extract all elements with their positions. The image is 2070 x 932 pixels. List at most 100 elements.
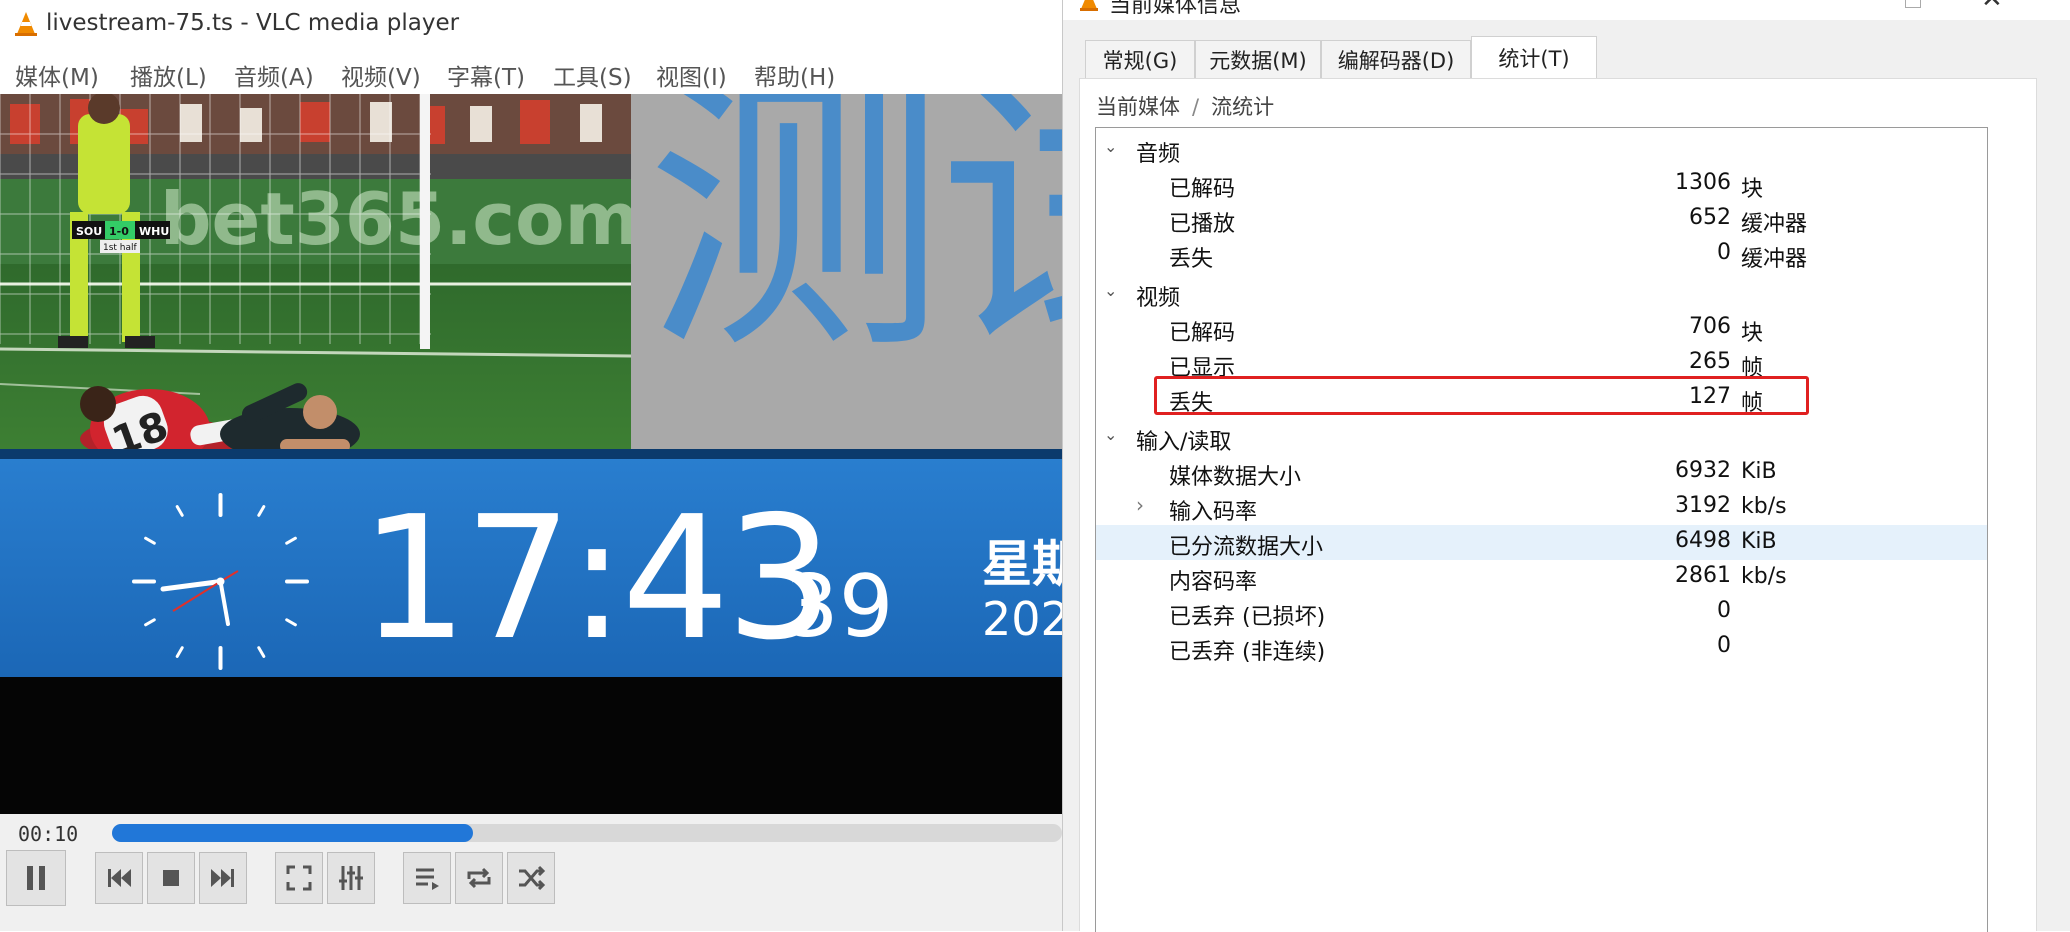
fullscreen-icon [286, 865, 312, 891]
close-icon[interactable]: ✕ [1981, 0, 2003, 12]
playlist-icon [416, 868, 439, 890]
stat-row[interactable]: 媒体数据大小 6932 KiB [1096, 455, 1987, 490]
pause-button[interactable] [6, 850, 66, 906]
stats-tree: ⌄ 音频 已解码 1306 块 已播放 652 缓冲器 丢失 0 缓冲器 ⌄ 视 [1095, 127, 1988, 932]
analog-clock [132, 493, 309, 670]
stat-unit: 块 [1741, 177, 1764, 202]
maximize-icon[interactable] [1905, 0, 1921, 8]
dialog-title-bar: 当前媒体信息 ✕ [1063, 0, 2070, 20]
digital-clock-time: 17:43 [360, 480, 834, 678]
stat-value: 706 [1689, 314, 1731, 339]
date-label: 2021 [982, 592, 1062, 646]
stat-value: 1306 [1675, 170, 1731, 195]
playlist-button[interactable] [403, 852, 451, 904]
stat-value: 0 [1717, 598, 1731, 623]
group-label: 音频 [1136, 142, 1181, 167]
tree-group-audio[interactable]: ⌄ 音频 [1096, 132, 1987, 167]
vlc-cone-icon [15, 12, 37, 36]
fullscreen-button[interactable] [275, 852, 323, 904]
previous-button[interactable] [95, 852, 143, 904]
stat-value: 6932 [1675, 458, 1731, 483]
stat-value: 265 [1689, 349, 1731, 374]
stat-unit: kb/s [1741, 564, 1787, 589]
menu-media[interactable]: 媒体(M) [15, 58, 99, 92]
stat-label: 已解码 [1169, 177, 1236, 202]
shuffle-button[interactable] [507, 852, 555, 904]
media-info-dialog: 当前媒体信息 ✕ 常规(G) 元数据(M) 编解码器(D) 当前媒体 / 流统计 ⌄… [1062, 0, 2070, 932]
weekday-label: 星期 [982, 535, 1062, 593]
stat-unit: 缓冲器 [1741, 247, 1808, 272]
stat-label: 内容码率 [1169, 570, 1258, 595]
vlc-main-window: livestream-75.ts - VLC media player 媒体(M… [0, 0, 1062, 931]
statistics-page: 当前媒体 / 流统计 ⌄ 音频 已解码 1306 块 已播放 652 缓冲器 丢失 … [1079, 78, 2037, 932]
scoreboard-home: SOU [76, 225, 102, 238]
scoreboard-period: 1st half [103, 243, 138, 253]
menu-view[interactable]: 视图(I) [656, 58, 727, 92]
stat-value: 6498 [1675, 528, 1731, 553]
video-area[interactable]: bet365.com SOU 1-0 WHU 1st half 18 测 17:… [0, 94, 1062, 814]
elapsed-time: 00:10 [18, 822, 79, 846]
stat-row[interactable]: 已丢弃 (已损坏) 0 [1096, 595, 1987, 630]
chevron-down-icon[interactable]: ⌄ [1104, 425, 1120, 447]
ad-board-text: bet365.com [160, 177, 631, 261]
stat-unit: kb/s [1741, 494, 1787, 519]
stat-label: 媒体数据大小 [1169, 465, 1302, 490]
scoreboard-away: WHU [139, 225, 169, 238]
stat-unit: KiB [1741, 459, 1777, 484]
vlc-cone-icon [1080, 0, 1098, 11]
digital-clock-seconds: 39 [784, 557, 894, 657]
menu-audio[interactable]: 音频(A) [234, 58, 314, 92]
menu-playback[interactable]: 播放(L) [130, 58, 207, 92]
stat-row[interactable]: 已播放 652 缓冲器 [1096, 202, 1987, 237]
equalizer-icon [339, 866, 363, 890]
stat-value: 3192 [1675, 493, 1731, 518]
stat-row[interactable]: 已解码 706 块 [1096, 311, 1987, 346]
tree-group-video[interactable]: ⌄ 视频 [1096, 276, 1987, 311]
next-icon [211, 869, 234, 887]
dialog-scrollbar[interactable] [2053, 78, 2069, 931]
chevron-right-icon[interactable]: › [1136, 493, 1144, 517]
stat-value: 2861 [1675, 563, 1731, 588]
menu-help[interactable]: 帮助(H) [754, 58, 835, 92]
stat-row[interactable]: 已丢弃 (非连续) 0 [1096, 630, 1987, 665]
equalizer-button[interactable] [327, 852, 375, 904]
tab-statistics[interactable]: 统计(T) [1471, 36, 1597, 78]
tab-general[interactable]: 常规(G) [1085, 40, 1195, 78]
stat-row[interactable]: 内容码率 2861 kb/s [1096, 560, 1987, 595]
tree-group-input[interactable]: ⌄ 输入/读取 [1096, 420, 1987, 455]
stat-label: 已解码 [1169, 321, 1236, 346]
stat-unit: KiB [1741, 529, 1777, 554]
dialog-title: 当前媒体信息 [1109, 0, 1242, 18]
playback-controls: 00:10 [0, 814, 1062, 931]
stat-value: 0 [1717, 240, 1731, 265]
menu-video[interactable]: 视频(V) [341, 58, 421, 92]
test-glyph-text: 测试 [646, 94, 1062, 390]
stat-label: 丢失 [1169, 247, 1214, 272]
menu-subtitle[interactable]: 字幕(T) [447, 58, 525, 92]
seek-bar[interactable] [112, 824, 1062, 842]
breadcrumb-root: 当前媒体 [1096, 95, 1180, 119]
stat-label: 输入码率 [1169, 500, 1258, 525]
stat-value: 652 [1689, 205, 1731, 230]
loop-icon [467, 867, 491, 889]
stat-label: 已丢弃 (非连续) [1169, 640, 1326, 665]
stat-row[interactable]: 丢失 0 缓冲器 [1096, 237, 1987, 272]
menu-tools[interactable]: 工具(S) [553, 58, 632, 92]
soccer-video-frame: bet365.com SOU 1-0 WHU 1st half 18 [0, 94, 631, 449]
seek-bar-fill [112, 824, 473, 842]
tab-codec[interactable]: 编解码器(D) [1321, 40, 1471, 78]
chevron-down-icon[interactable]: ⌄ [1104, 137, 1120, 159]
previous-icon [108, 869, 131, 887]
loop-button[interactable] [455, 852, 503, 904]
stop-button[interactable] [147, 852, 195, 904]
stop-icon [163, 870, 179, 886]
next-button[interactable] [199, 852, 247, 904]
stat-row[interactable]: 已解码 1306 块 [1096, 167, 1987, 202]
stat-row[interactable]: › 输入码率 3192 kb/s [1096, 490, 1987, 525]
breadcrumb-leaf: 流统计 [1211, 95, 1275, 119]
chevron-down-icon[interactable]: ⌄ [1104, 281, 1120, 303]
stat-row-selected[interactable]: 已分流数据大小 6498 KiB [1096, 525, 1987, 560]
stat-label: 已播放 [1169, 212, 1236, 237]
tab-metadata[interactable]: 元数据(M) [1195, 40, 1321, 78]
stat-unit: 块 [1741, 321, 1764, 346]
